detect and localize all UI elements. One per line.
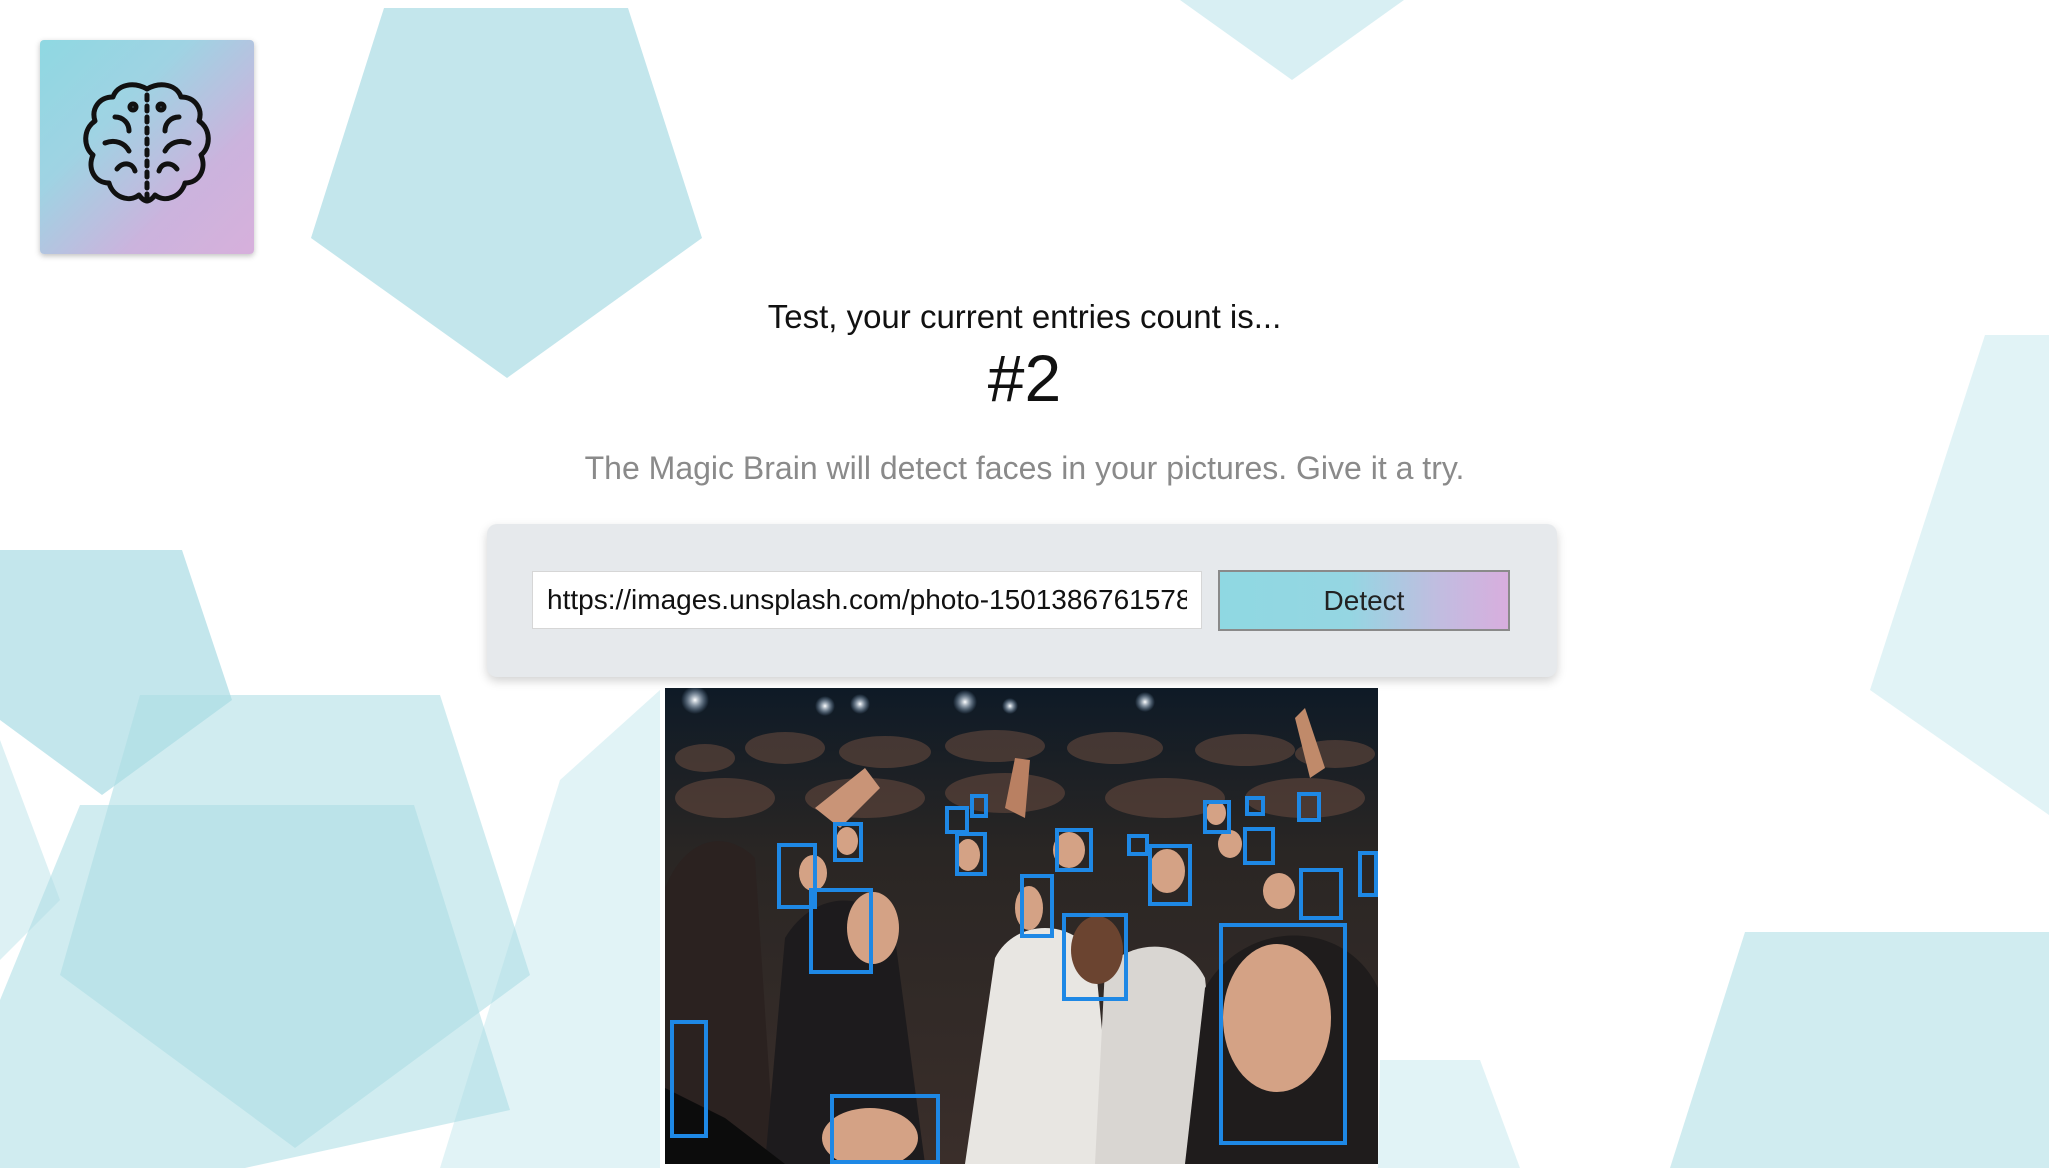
detect-button[interactable]: Detect (1218, 570, 1510, 631)
face-bounding-box (970, 794, 988, 818)
face-bounding-box (1020, 874, 1054, 938)
face-bounding-box (1297, 792, 1321, 822)
face-bounding-box (1062, 913, 1128, 1001)
face-bounding-box (809, 888, 873, 974)
rank-message: Test, your current entries count is... (767, 298, 1282, 335)
image-url-input[interactable] (532, 571, 1202, 629)
face-bounding-box (1219, 923, 1347, 1145)
result-image (665, 688, 1378, 1164)
logo (40, 40, 254, 254)
entries-count: #2 (987, 341, 1062, 415)
face-bounding-box (670, 1020, 708, 1138)
face-bounding-box (955, 832, 987, 876)
face-bounding-box (1148, 844, 1192, 906)
face-bounding-box (945, 806, 969, 834)
tagline: The Magic Brain will detect faces in you… (584, 450, 1465, 486)
face-bounding-box (1055, 828, 1093, 872)
face-bounding-box (1203, 800, 1231, 834)
face-bounding-box (1299, 868, 1343, 920)
brain-icon (83, 82, 211, 204)
face-bounding-box (1243, 827, 1275, 865)
face-bounding-box (1127, 834, 1149, 856)
face-bounding-box (830, 1094, 940, 1164)
face-bounding-box (1358, 851, 1378, 897)
image-link-form: Detect (487, 524, 1557, 677)
face-bounding-box (833, 822, 863, 862)
face-bounding-box (1245, 796, 1265, 816)
